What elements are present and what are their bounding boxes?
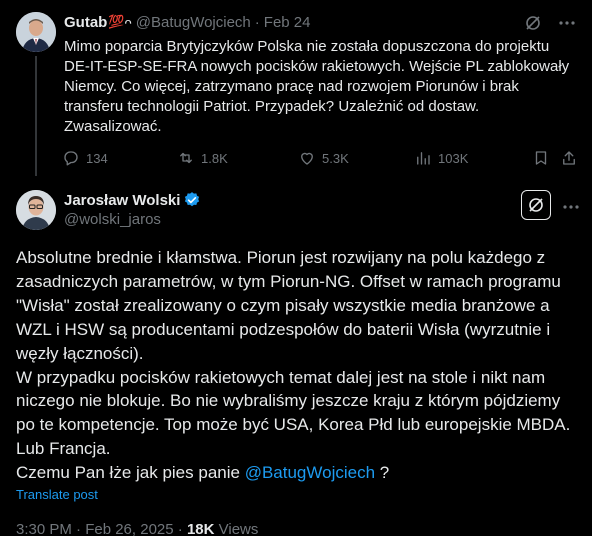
main-body-line: Absolutne brednie i kłamstwa. Piorun jes… [16,248,546,267]
parent-handle[interactable]: @BatugWojciech [136,14,251,31]
main-author-name[interactable]: Jarosław Wolski [64,192,180,209]
parent-body-line: Zwasalizować. [64,118,162,135]
like-count: 5.3K [322,150,349,166]
repost-button[interactable]: 1.8K [177,148,228,168]
parent-body-line: transferu technologii Patriot. Przypadek… [64,98,480,115]
parent-tweet[interactable]: Gutab 💯 ᴖ @BatugWojciech · Feb 24 Mimo p… [0,0,592,180]
hundred-emoji: 💯 [108,14,124,29]
more-icon[interactable] [562,198,580,216]
main-avatar[interactable] [16,190,56,230]
tweet-time[interactable]: 3:30 PM · Feb 26, 2025 · [16,521,187,536]
main-body-line: WZL i HSW są producentami podzespołów do… [16,319,551,339]
views-count: 103K [438,150,469,166]
main-body-line: W przypadku pocisków rakietowych temat d… [16,367,546,387]
main-handle[interactable]: @wolski_jaros [64,211,161,228]
like-button[interactable]: 5.3K [298,148,349,168]
bookmark-button[interactable] [532,148,556,168]
main-body-line: niczego nie blokuje. Bo nie wybraliśmy j… [16,391,561,411]
views-icon [417,152,430,165]
main-body-last-line: Czemu Pan łże jak pies panie @BatugWojci… [16,461,586,485]
reply-button[interactable]: 134 [62,148,108,168]
main-tweet: Jarosław Wolski @wolski_jaros Absolutne … [0,180,592,536]
parent-body-line: Mimo poparcia Brytyjczyków Polska nie zo… [64,38,550,55]
parent-date[interactable]: Feb 24 [264,14,311,31]
like-icon [301,152,313,165]
main-body: Absolutne brednie i kłamstwa. Piorun jes… [16,246,586,485]
parent-avatar[interactable] [16,12,56,52]
parent-body-line: Niemcy. Co więcej, zatrzymano pracę nad … [64,78,519,95]
parent-top-icons [524,14,576,32]
main-name-row: Jarosław Wolski [64,190,201,210]
repost-count: 1.8K [201,150,228,166]
grok-icon [529,198,543,212]
verified-badge-icon[interactable] [183,191,201,209]
main-body-line: Lub Francja. [16,439,111,459]
share-button[interactable] [560,148,584,168]
parent-body: Mimo poparcia Brytyjczyków Polska nie zo… [64,37,574,137]
parent-action-bar: 134 1.8K 5.3K 103K [62,148,582,168]
parent-header: Gutab 💯 ᴖ @BatugWojciech · Feb 24 [64,12,310,32]
thread-line [35,56,37,176]
grok-button[interactable] [521,190,551,220]
repost-icon [180,152,192,164]
main-body-line: "Wisła" został zrealizowany o czym pisał… [16,295,550,315]
tweet-views-count: 18K [186,521,215,536]
main-body-line: po te kompetencje. Top może być USA, Kor… [16,415,571,435]
last-line-suffix: ? [375,463,390,483]
translate-post-link[interactable]: Translate post [16,487,98,502]
separator-dot: · [254,13,260,31]
reply-icon [64,151,78,166]
main-body-line: zasadniczych parametrów, w tym Piorun-NG… [16,271,561,291]
extra-emoji: ᴖ [124,14,132,30]
more-icon[interactable] [558,14,576,32]
main-body-line: węzły łączności). [16,343,144,363]
bookmark-icon [535,151,547,165]
mention-link[interactable]: @BatugWojciech [245,463,375,482]
parent-author-name[interactable]: Gutab [64,14,107,31]
views-button[interactable]: 103K [414,148,468,168]
parent-body-line: DE-IT-ESP-SE-FRA nowych pocisków rakieto… [64,58,570,75]
share-icon [563,151,575,165]
tweet-meta: 3:30 PM · Feb 26, 2025 · 18K Views [16,521,258,536]
tweet-views-label: Views [214,521,259,536]
grok-icon[interactable] [524,14,542,32]
reply-count: 134 [86,150,108,166]
last-line-prefix: Czemu Pan łże jak pies panie [16,463,245,483]
